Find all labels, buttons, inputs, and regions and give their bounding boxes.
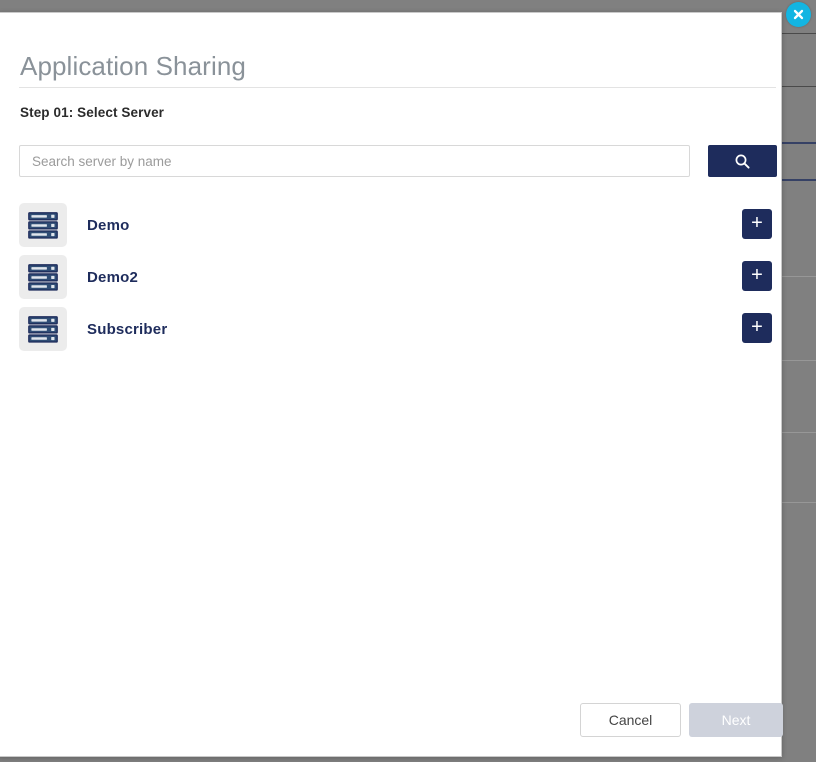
background-row-divider <box>780 360 816 361</box>
background-page-rows <box>780 0 816 762</box>
plus-icon: + <box>751 213 763 233</box>
background-row-divider <box>780 502 816 503</box>
add-server-button[interactable]: + <box>742 209 772 239</box>
background-row-divider <box>780 33 816 34</box>
list-item[interactable]: Demo2 + <box>0 251 783 303</box>
server-name: Demo2 <box>87 251 138 303</box>
cancel-button[interactable]: Cancel <box>580 703 681 737</box>
server-icon-tile <box>19 307 67 351</box>
close-icon <box>792 8 805 21</box>
screen: Application Sharing Step 01: Select Serv… <box>0 0 816 762</box>
search-button[interactable] <box>708 145 777 177</box>
server-icon-tile <box>19 255 67 299</box>
plus-icon: + <box>751 265 763 285</box>
add-server-button[interactable]: + <box>742 261 772 291</box>
application-sharing-dialog: Application Sharing Step 01: Select Serv… <box>0 12 782 757</box>
server-rack-icon <box>28 316 58 343</box>
server-rack-icon <box>28 264 58 291</box>
background-row-divider <box>780 179 816 181</box>
next-button[interactable]: Next <box>689 703 783 737</box>
background-row-divider <box>780 432 816 433</box>
list-item[interactable]: Subscriber + <box>0 303 783 355</box>
server-icon-tile <box>19 203 67 247</box>
server-rack-icon <box>28 212 58 239</box>
background-row-divider <box>780 142 816 144</box>
search-input[interactable] <box>19 145 690 177</box>
page-title: Application Sharing <box>20 51 246 82</box>
search-icon <box>734 153 751 170</box>
step-label: Step 01: Select Server <box>20 105 164 120</box>
server-name: Demo <box>87 199 129 251</box>
add-server-button[interactable]: + <box>742 313 772 343</box>
plus-icon: + <box>751 317 763 337</box>
title-divider <box>19 87 776 88</box>
close-button[interactable] <box>786 2 811 27</box>
server-list: Demo + <box>0 199 783 355</box>
dialog-footer: Cancel Next <box>0 703 783 737</box>
background-row-divider <box>780 86 816 87</box>
list-item[interactable]: Demo + <box>0 199 783 251</box>
background-row-divider <box>780 276 816 277</box>
server-name: Subscriber <box>87 303 167 355</box>
